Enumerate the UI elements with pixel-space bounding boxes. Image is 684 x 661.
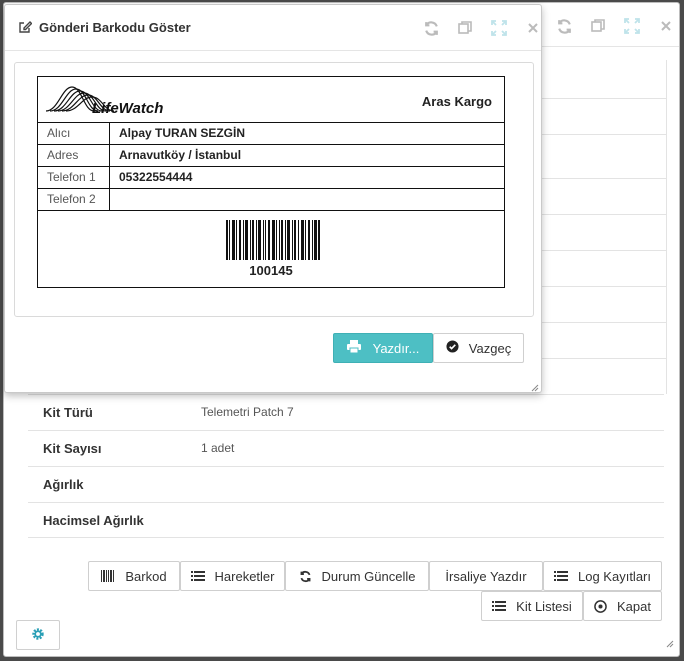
lifewatch-logo: LifeWatch — [44, 81, 164, 122]
carrier-name: Aras Kargo — [421, 94, 492, 109]
modal-window-controls — [420, 18, 544, 38]
hareketler-button[interactable]: Hareketler — [180, 561, 285, 591]
detail-key: Kit Türü — [43, 405, 93, 420]
durum-guncelle-label: Durum Güncelle — [321, 568, 416, 584]
kapat-button[interactable]: Kapat — [583, 591, 662, 621]
label-key: Telefon 2 — [38, 189, 110, 210]
detail-key: Ağırlık — [43, 477, 84, 492]
close-circle-icon — [594, 599, 607, 613]
close-icon[interactable] — [655, 16, 677, 36]
hareketler-label: Hareketler — [214, 568, 275, 584]
label-row-phone2: Telefon 2 — [38, 189, 504, 211]
cancel-label: Vazgeç — [468, 340, 512, 356]
list-icon — [554, 570, 568, 582]
label-key: Alıcı — [38, 123, 110, 144]
label-row-address: Adres Arnavutköy / İstanbul — [38, 145, 504, 167]
refresh-icon[interactable] — [420, 18, 442, 38]
modal-header: Gönderi Barkodu Göster — [5, 5, 541, 51]
label-panel: LifeWatch Aras Kargo Alıcı Alpay TURAN S… — [14, 62, 534, 317]
svg-text:LifeWatch: LifeWatch — [92, 100, 163, 117]
detail-key: Kit Sayısı — [43, 441, 102, 456]
detail-value: 1 adet — [201, 441, 235, 455]
kit-listesi-label: Kit Listesi — [516, 598, 572, 614]
detail-value: Telemetri Patch 7 — [201, 405, 294, 419]
barcode-modal: Gönderi Barkodu Göster LifeWatch Aras Ka… — [4, 4, 542, 393]
barcode-image — [226, 220, 320, 260]
label-key: Telefon 1 — [38, 167, 110, 188]
irsaliye-yazdir-button[interactable]: İrsaliye Yazdır — [429, 561, 543, 591]
barkod-button[interactable]: Barkod — [88, 561, 180, 591]
resize-grip-icon[interactable] — [664, 636, 674, 648]
resize-grip-icon[interactable] — [529, 380, 539, 392]
refresh-icon[interactable] — [553, 16, 575, 36]
detail-row: Kit Türü Telemetri Patch 7 — [28, 394, 664, 430]
irsaliye-yazdir-label: İrsaliye Yazdır — [445, 568, 527, 584]
label-row-recipient: Alıcı Alpay TURAN SEZGİN — [38, 123, 504, 145]
modal-title: Gönderi Barkodu Göster — [39, 20, 191, 35]
expand-icon[interactable] — [621, 16, 643, 36]
barcode-number: 100145 — [249, 263, 293, 278]
details-table: Kit Türü Telemetri Patch 7 Kit Sayısı 1 … — [28, 394, 664, 538]
printer-icon — [346, 340, 361, 356]
label-value: Alpay TURAN SEZGİN — [119, 126, 246, 140]
restore-icon[interactable] — [587, 16, 609, 36]
shipping-label: LifeWatch Aras Kargo Alıcı Alpay TURAN S… — [37, 76, 505, 288]
label-value: Arnavutköy / İstanbul — [119, 148, 242, 162]
settings-button[interactable] — [16, 620, 60, 650]
restore-icon[interactable] — [454, 18, 476, 38]
detail-row: Hacimsel Ağırlık — [28, 502, 664, 538]
list-icon — [190, 570, 205, 582]
barcode-icon — [101, 570, 115, 582]
kapat-label: Kapat — [617, 598, 651, 614]
print-button[interactable]: Yazdır... — [333, 333, 433, 363]
label-header: LifeWatch Aras Kargo — [38, 77, 504, 123]
check-circle-icon — [446, 340, 459, 356]
barkod-label: Barkod — [125, 568, 167, 584]
detail-row: Ağırlık — [28, 466, 664, 502]
kit-listesi-button[interactable]: Kit Listesi — [481, 591, 583, 621]
detail-row: Kit Sayısı 1 adet — [28, 430, 664, 466]
label-row-phone1: Telefon 1 05322554444 — [38, 167, 504, 189]
cancel-button[interactable]: Vazgeç — [433, 333, 524, 363]
background-window-controls — [553, 16, 677, 36]
label-value: 05322554444 — [119, 170, 193, 184]
durum-guncelle-button[interactable]: Durum Güncelle — [285, 561, 429, 591]
edit-icon — [18, 20, 33, 37]
list-icon — [492, 600, 507, 612]
close-icon[interactable] — [522, 18, 544, 38]
log-kayitlari-button[interactable]: Log Kayıtları — [543, 561, 662, 591]
expand-icon[interactable] — [488, 18, 510, 38]
log-kayitlari-label: Log Kayıtları — [578, 568, 651, 584]
refresh-icon — [299, 570, 312, 583]
barcode-area: 100145 — [38, 212, 504, 288]
print-label: Yazdır... — [372, 340, 420, 356]
detail-key: Hacimsel Ağırlık — [43, 513, 144, 528]
gear-icon — [31, 627, 45, 644]
label-key: Adres — [38, 145, 110, 166]
